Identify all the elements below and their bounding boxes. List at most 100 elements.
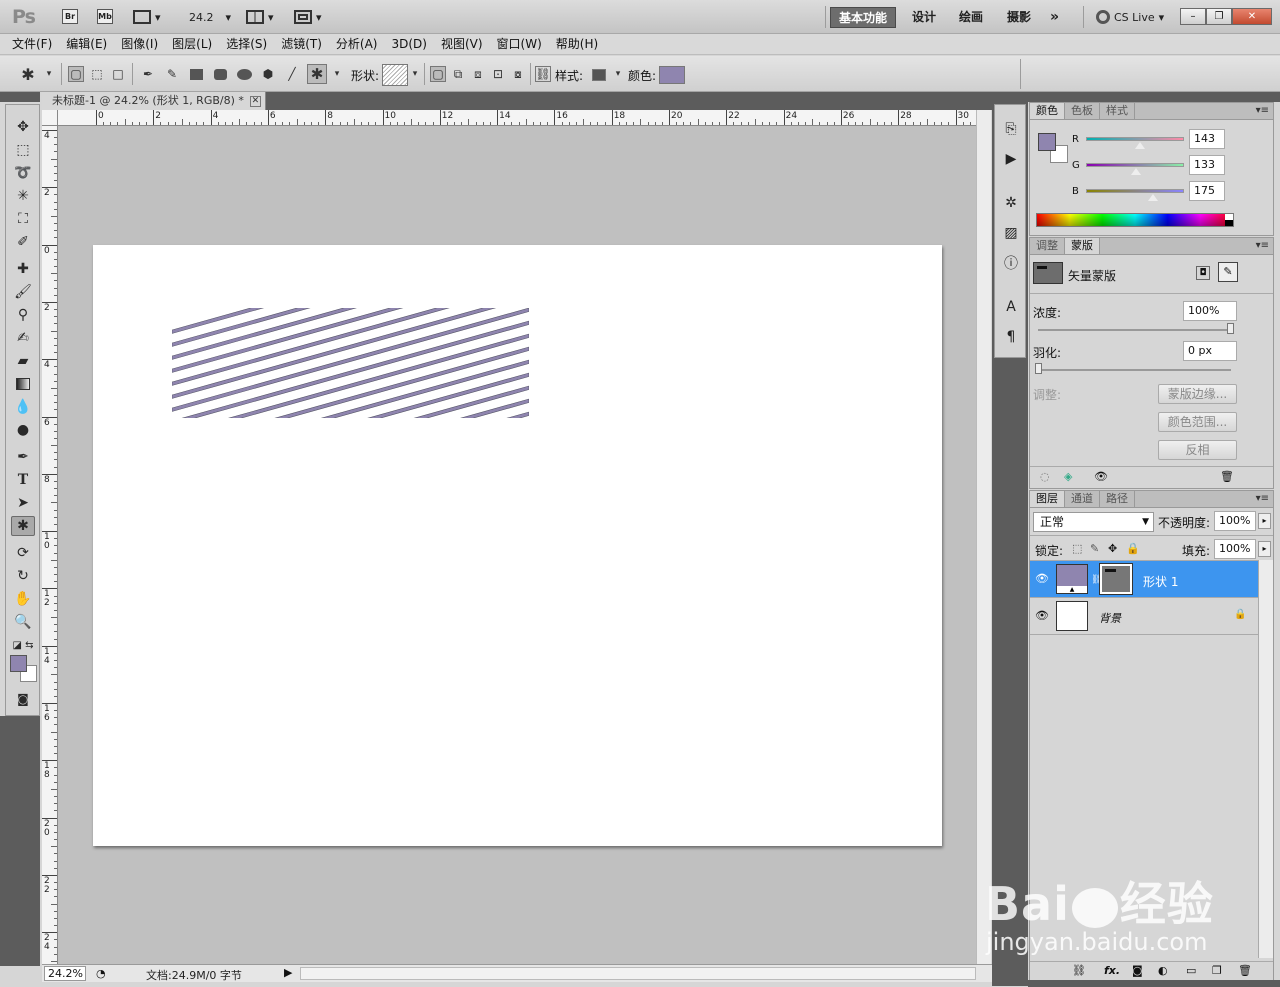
polygon-icon[interactable]: ⬢ [260,66,276,82]
layer-name[interactable]: 背景 [1099,610,1121,626]
zoom-status-field[interactable]: 24.2% [44,966,86,981]
character-icon[interactable]: A [1001,297,1021,317]
menu-layer[interactable]: 图层(L) [172,34,220,54]
add-to-shape-icon[interactable]: ⧉ [450,66,466,82]
fg-color-chip[interactable] [1038,133,1056,151]
opacity-arrow-icon[interactable]: ▸ [1258,513,1271,529]
delete-mask-icon[interactable]: 🗑 [1220,470,1234,483]
layer-thumbnail[interactable] [1056,601,1088,631]
pen-tool-icon[interactable]: ✒ [11,447,35,467]
status-info-icon[interactable]: ◔ [96,967,106,980]
brush-tool-icon[interactable]: 🖌 [11,282,35,302]
rectangle-icon[interactable] [188,66,204,82]
more-workspaces-button[interactable]: » [1042,7,1067,28]
lock-transparent-icon[interactable]: ⬚ [1072,542,1082,555]
link-style-icon[interactable]: ⛓ [535,66,551,82]
3d-rotate-tool-icon[interactable]: ⟳ [11,543,35,563]
density-slider-thumb[interactable] [1227,323,1234,334]
chevron-down-icon[interactable]: ▾ [610,66,626,82]
visibility-icon[interactable]: 👁 [1094,470,1108,483]
menu-window[interactable]: 窗口(W) [497,34,550,54]
paths-icon[interactable]: ⬚ [89,66,105,82]
3d-orbit-tool-icon[interactable]: ↻ [11,566,35,586]
menu-image[interactable]: 图像(I) [121,34,166,54]
zoom-tool-icon[interactable]: 🔍 [11,612,35,632]
close-tab-icon[interactable]: ✕ [249,95,261,107]
fill-field[interactable]: 100% [1214,539,1256,559]
opacity-field[interactable]: 100% [1214,511,1256,531]
subtract-shape-icon[interactable]: ⧈ [470,66,486,82]
b-value-field[interactable]: 175 [1189,181,1225,201]
new-shape-layer-icon[interactable]: ▢ [430,66,446,82]
navigator-icon[interactable]: ✲ [1001,193,1021,213]
tab-swatches[interactable]: 色板 [1065,103,1100,119]
tab-layers[interactable]: 图层 [1030,491,1065,507]
striped-shape-layer[interactable] [172,308,529,418]
layer-fill-thumbnail[interactable]: ▲ [1056,564,1088,594]
restore-button[interactable]: ❐ [1206,8,1232,25]
color-range-button[interactable]: 颜色范围... [1158,412,1237,432]
menu-filter[interactable]: 滤镜(T) [281,34,330,54]
mask-edge-button[interactable]: 蒙版边缘... [1158,384,1237,404]
document-tab[interactable]: 未标题-1 @ 24.2% (形状 1, RGB/8) * ✕ [42,92,266,110]
vertical-ruler[interactable]: 4 2 0 2 4 6 8 10 12 14 16 18 20 22 24 [42,126,58,964]
trash-icon[interactable]: 🗑 [1238,964,1252,977]
custom-shape-icon[interactable]: ✱ [307,64,327,84]
menu-select[interactable]: 选择(S) [226,34,275,54]
density-field[interactable]: 100% [1183,301,1237,321]
layer-row-background[interactable]: 👁 背景 🔒 [1030,598,1258,635]
eyedropper-tool-icon[interactable]: ✐ [11,232,35,252]
mini-bridge-button[interactable]: Mb [97,9,113,24]
panel-menu-icon[interactable]: ▾≡ [1256,105,1269,116]
lock-pixels-icon[interactable]: ✎ [1090,542,1099,555]
b-slider-thumb[interactable] [1148,194,1158,201]
layer-visibility-eye-icon[interactable]: 👁 [1032,606,1052,626]
histogram-icon[interactable]: ▨ [1001,223,1021,243]
chevron-down-icon[interactable]: ▾ [407,66,423,82]
arrange-documents-button[interactable]: ▾ [246,8,274,26]
type-tool-icon[interactable]: T [11,470,35,490]
move-tool-icon[interactable]: ✥ [11,117,35,137]
lasso-tool-icon[interactable]: ➰ [11,163,35,183]
menu-3d[interactable]: 3D(D) [391,34,434,54]
panel-menu-icon[interactable]: ▾≡ [1256,493,1269,504]
status-menu-arrow-icon[interactable]: ▶ [284,966,292,979]
apply-mask-icon[interactable]: ◈ [1064,470,1072,483]
color-spectrum-bar[interactable] [1036,213,1234,227]
tool-preset-picker[interactable]: ✱ [20,65,36,84]
chevron-down-icon[interactable]: ▾ [329,66,345,82]
vertical-scrollbar[interactable] [976,110,991,964]
screen-mode-button[interactable]: ▾ [294,8,322,26]
color-swatch[interactable] [659,66,685,84]
r-slider[interactable] [1086,137,1184,141]
g-slider[interactable] [1086,163,1184,167]
zoom-level-dropdown[interactable]: 24.2 ▾ [189,8,231,26]
add-mask-icon[interactable]: ◙ [1132,964,1143,977]
pixel-mask-icon[interactable]: ◘ [1196,266,1210,280]
lock-all-icon[interactable]: 🔒 [1126,542,1140,555]
layer-row-shape[interactable]: 👁 ▲ ⛓ 形状 1 [1030,561,1258,598]
pen-icon[interactable]: ✒ [140,66,156,82]
load-selection-icon[interactable]: ◌ [1040,470,1050,483]
invert-button[interactable]: 反相 [1158,440,1237,460]
default-colors-icon[interactable]: ◪ ⇆ [11,635,35,655]
adjustment-layer-icon[interactable]: ◐ [1158,964,1168,977]
tab-styles[interactable]: 样式 [1100,103,1135,119]
paragraph-icon[interactable]: ¶ [1001,327,1021,347]
layers-scrollbar[interactable] [1258,560,1273,958]
menu-file[interactable]: 文件(F) [12,34,60,54]
fx-icon[interactable]: fx. [1104,964,1120,977]
tab-adjustments[interactable]: 调整 [1030,238,1065,254]
cs-live-button[interactable]: CS Live ▾ [1096,8,1164,26]
minimize-button[interactable]: – [1180,8,1206,25]
line-icon[interactable]: ╱ [284,66,300,82]
path-selection-tool-icon[interactable]: ➤ [11,493,35,513]
feather-slider[interactable] [1038,369,1231,371]
style-picker[interactable] [592,69,606,81]
hand-tool-icon[interactable]: ✋ [11,589,35,609]
custom-shape-tool-icon[interactable]: ✱ [11,516,35,536]
fill-pixels-icon[interactable]: □ [110,66,126,82]
bridge-button[interactable]: Br [62,9,78,24]
intersect-shape-icon[interactable]: ⊡ [490,66,506,82]
gradient-tool-icon[interactable] [11,374,35,394]
